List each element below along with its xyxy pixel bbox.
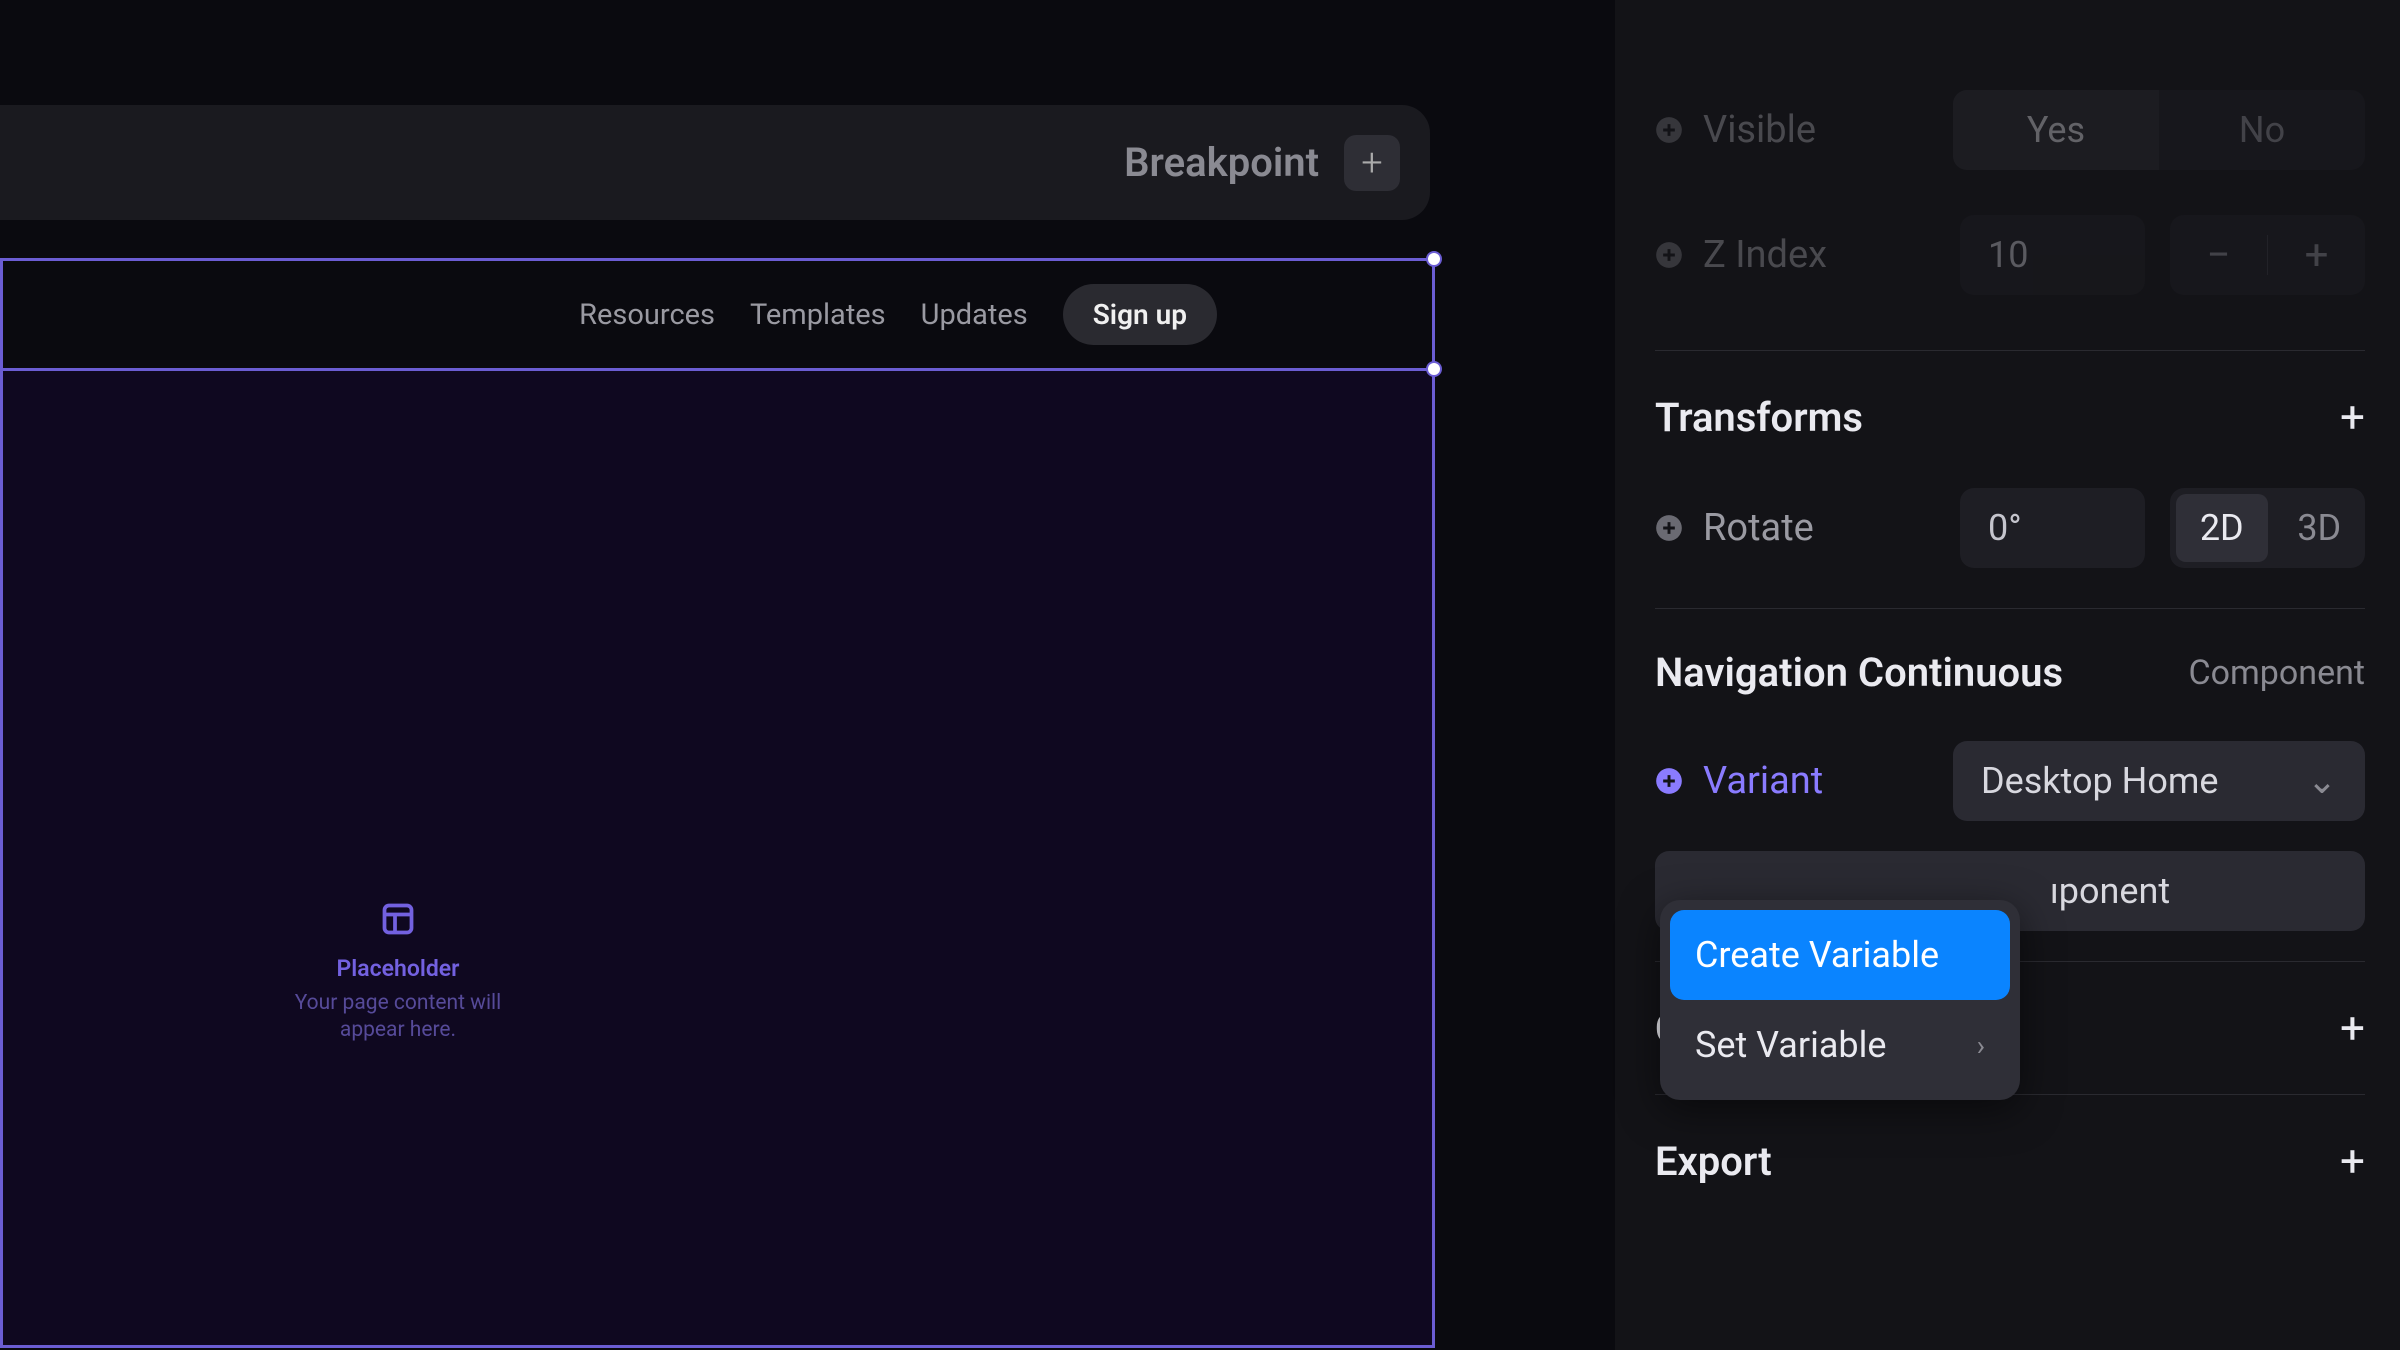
divider <box>1655 350 2365 351</box>
selection-handle-icon[interactable] <box>1426 361 1442 377</box>
selected-frame[interactable]: Resources Templates Updates Sign up Plac… <box>0 258 1435 1348</box>
placeholder-title: Placeholder <box>283 955 513 982</box>
selection-handle-icon[interactable] <box>1426 251 1442 267</box>
variant-value: Desktop Home <box>1981 760 2219 802</box>
plus-icon: + <box>1361 141 1382 185</box>
chevron-down-icon: ⌄ <box>2307 760 2337 802</box>
stepper-minus-button[interactable]: − <box>2170 231 2267 280</box>
nav-link-updates[interactable]: Updates <box>921 298 1028 332</box>
variant-select[interactable]: Desktop Home ⌄ <box>1953 741 2365 821</box>
transforms-header: Transforms + <box>1655 381 2365 453</box>
toggle-3d[interactable]: 3D <box>2274 488 2366 568</box>
set-variable-item[interactable]: Set Variable › <box>1670 1000 2010 1090</box>
visible-label: Visible <box>1703 108 1933 152</box>
dimension-toggle: 2D 3D <box>2170 488 2365 568</box>
placeholder-subtitle: Your page content will appear here. <box>283 990 513 1045</box>
edit-component-label: ıponent <box>2050 870 2170 912</box>
variable-popover: Create Variable Set Variable › <box>1660 900 2020 1100</box>
zindex-input[interactable]: 10 <box>1960 215 2145 295</box>
nav-link-templates[interactable]: Templates <box>750 298 886 332</box>
breakpoint-label: Breakpoint <box>1124 139 1319 186</box>
plus-circle-icon[interactable] <box>1655 514 1683 542</box>
rotate-row: Rotate 0° 2D 3D <box>1655 478 2365 578</box>
create-variable-item[interactable]: Create Variable <box>1670 910 2010 1000</box>
visible-no[interactable]: No <box>2159 90 2365 170</box>
visible-row: Visible Yes No <box>1655 80 2365 180</box>
placeholder-block: Placeholder Your page content will appea… <box>283 901 513 1045</box>
placeholder-icon <box>380 901 416 937</box>
zindex-row: Z Index 10 − + <box>1655 205 2365 305</box>
signup-button[interactable]: Sign up <box>1063 284 1217 345</box>
plus-circle-icon[interactable] <box>1655 767 1683 795</box>
set-variable-label: Set Variable <box>1695 1024 1886 1066</box>
component-type-label: Component <box>2188 653 2365 693</box>
zindex-label: Z Index <box>1703 233 1933 277</box>
variant-row: Variant Desktop Home ⌄ <box>1655 731 2365 831</box>
visible-toggle[interactable]: Yes No <box>1953 90 2365 170</box>
rotate-label: Rotate <box>1703 506 1933 550</box>
plus-circle-icon[interactable] <box>1655 116 1683 144</box>
properties-panel: Visible Yes No Z Index 10 − + <box>1615 0 2400 1350</box>
chevron-right-icon: › <box>1977 1029 1985 1062</box>
add-override-button[interactable]: + <box>2340 1002 2365 1054</box>
variant-label: Variant <box>1703 759 1933 803</box>
add-breakpoint-button[interactable]: + <box>1344 135 1400 191</box>
dimmed-section: Visible Yes No Z Index 10 − + <box>1655 80 2365 305</box>
breakpoint-toolbar: Breakpoint + <box>0 105 1430 220</box>
add-transform-button[interactable]: + <box>2340 391 2365 443</box>
add-export-button[interactable]: + <box>2340 1135 2365 1187</box>
stepper-plus-button[interactable]: + <box>2268 231 2365 280</box>
export-header: Export + <box>1655 1125 2365 1197</box>
create-variable-label: Create Variable <box>1695 934 1939 976</box>
transforms-title: Transforms <box>1655 394 1863 441</box>
zindex-stepper: − + <box>2170 215 2365 295</box>
nav-link-resources[interactable]: Resources <box>579 298 715 332</box>
divider <box>1655 608 2365 609</box>
export-title: Export <box>1655 1138 1772 1185</box>
frame-navbar: Resources Templates Updates Sign up <box>3 261 1432 371</box>
canvas-region: Breakpoint + Resources Templates Updates… <box>0 0 1580 1350</box>
rotate-input[interactable]: 0° <box>1960 488 2145 568</box>
toggle-2d[interactable]: 2D <box>2176 494 2268 562</box>
visible-yes[interactable]: Yes <box>1953 90 2159 170</box>
plus-circle-icon[interactable] <box>1655 241 1683 269</box>
component-section-header: Navigation Continuous Component <box>1655 639 2365 706</box>
component-title: Navigation Continuous <box>1655 649 2063 696</box>
